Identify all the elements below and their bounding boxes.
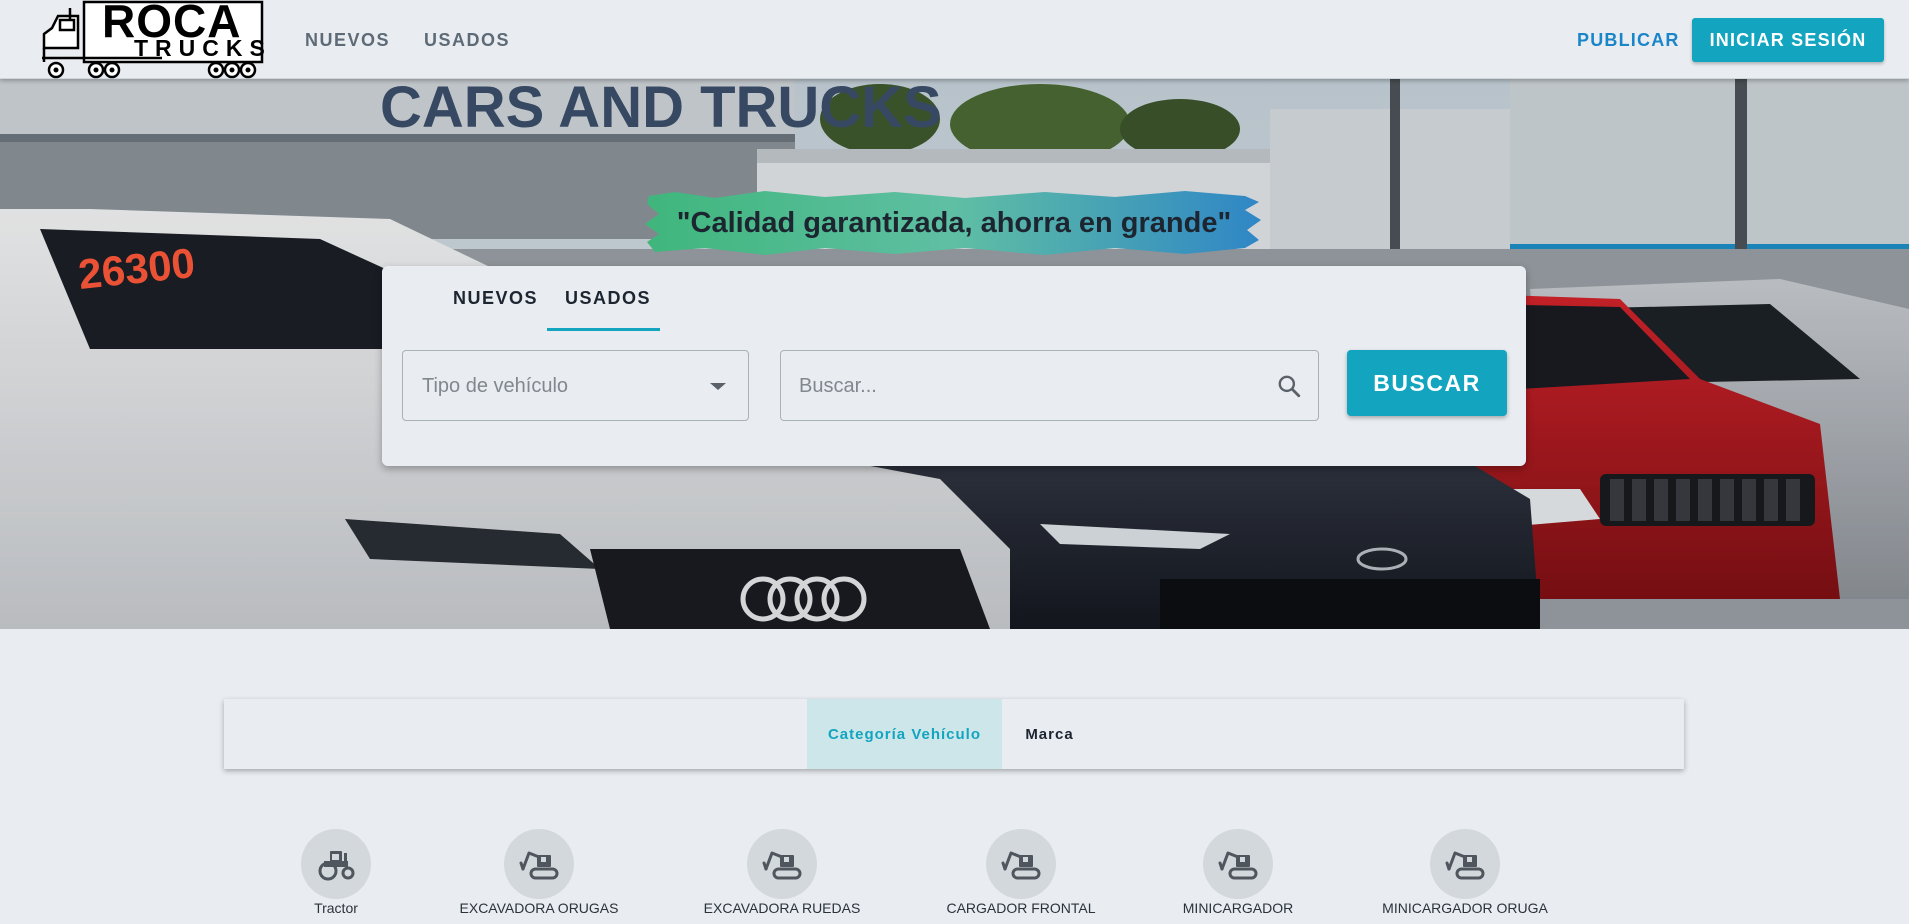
dropdown-arrow-icon	[710, 383, 726, 390]
slogan-banner: "Calidad garantizada, ahorra en grande"	[645, 190, 1263, 256]
tab-brand[interactable]: Marca	[1002, 699, 1097, 769]
vehicle-type-placeholder: Tipo de vehículo	[422, 375, 569, 397]
roca-trucks-logo[interactable]: ROCA TRUCKS	[38, 0, 268, 79]
excavator-icon	[504, 829, 574, 899]
category-filter-bar: Categoría Vehículo Marca	[224, 699, 1684, 769]
category-tractor[interactable]: Tractor	[226, 829, 446, 924]
publish-link[interactable]: PUBLICAR	[1577, 30, 1680, 51]
vehicle-type-select[interactable]: Tipo de vehículo	[402, 350, 749, 421]
tab-vehicle-category[interactable]: Categoría Vehículo	[807, 699, 1002, 769]
search-card: NUEVOS USADOS Tipo de vehículo BUSCAR	[382, 266, 1526, 466]
category-excavadora-orugas[interactable]: EXCAVADORA ORUGAS	[429, 829, 649, 924]
nav-usados[interactable]: USADOS	[424, 30, 510, 51]
search-field	[780, 350, 1319, 421]
search-input[interactable]	[799, 371, 1239, 401]
category-label: MINICARGADOR	[1182, 900, 1294, 916]
nav-nuevos[interactable]: NUEVOS	[305, 30, 390, 51]
tab-usados[interactable]: USADOS	[565, 288, 651, 309]
tab-nuevos[interactable]: NUEVOS	[453, 288, 538, 309]
excavator-icon	[986, 829, 1056, 899]
logo-text-trucks: TRUCKS	[134, 35, 272, 61]
category-minicargador-oruga[interactable]: MINICARGADOR ORUGA	[1355, 829, 1575, 924]
login-button[interactable]: INICIAR SESIÓN	[1692, 18, 1884, 62]
excavator-icon	[1430, 829, 1500, 899]
category-label: EXCAVADORA ORUGAS	[459, 900, 619, 916]
excavator-icon	[1203, 829, 1273, 899]
excavator-icon	[747, 829, 817, 899]
active-tab-indicator	[547, 328, 660, 331]
category-label: Tractor	[314, 900, 358, 916]
category-label: MINICARGADOR ORUGA	[1382, 900, 1548, 916]
category-excavadora-ruedas[interactable]: EXCAVADORA RUEDAS	[672, 829, 892, 924]
tractor-icon	[301, 829, 371, 899]
category-minicargador[interactable]: MINICARGADOR	[1128, 829, 1348, 924]
search-icon[interactable]	[1276, 373, 1302, 399]
category-label: EXCAVADORA RUEDAS	[703, 900, 861, 916]
category-cargador-frontal[interactable]: CARGADOR FRONTAL	[911, 829, 1131, 924]
slogan-text: "Calidad garantizada, ahorra en grande"	[676, 206, 1232, 239]
category-label: CARGADOR FRONTAL	[946, 900, 1096, 916]
search-button[interactable]: BUSCAR	[1347, 350, 1507, 416]
top-navbar: ROCA TRUCKS NUEVOS USADOS PUBLICAR INICI…	[0, 0, 1909, 79]
